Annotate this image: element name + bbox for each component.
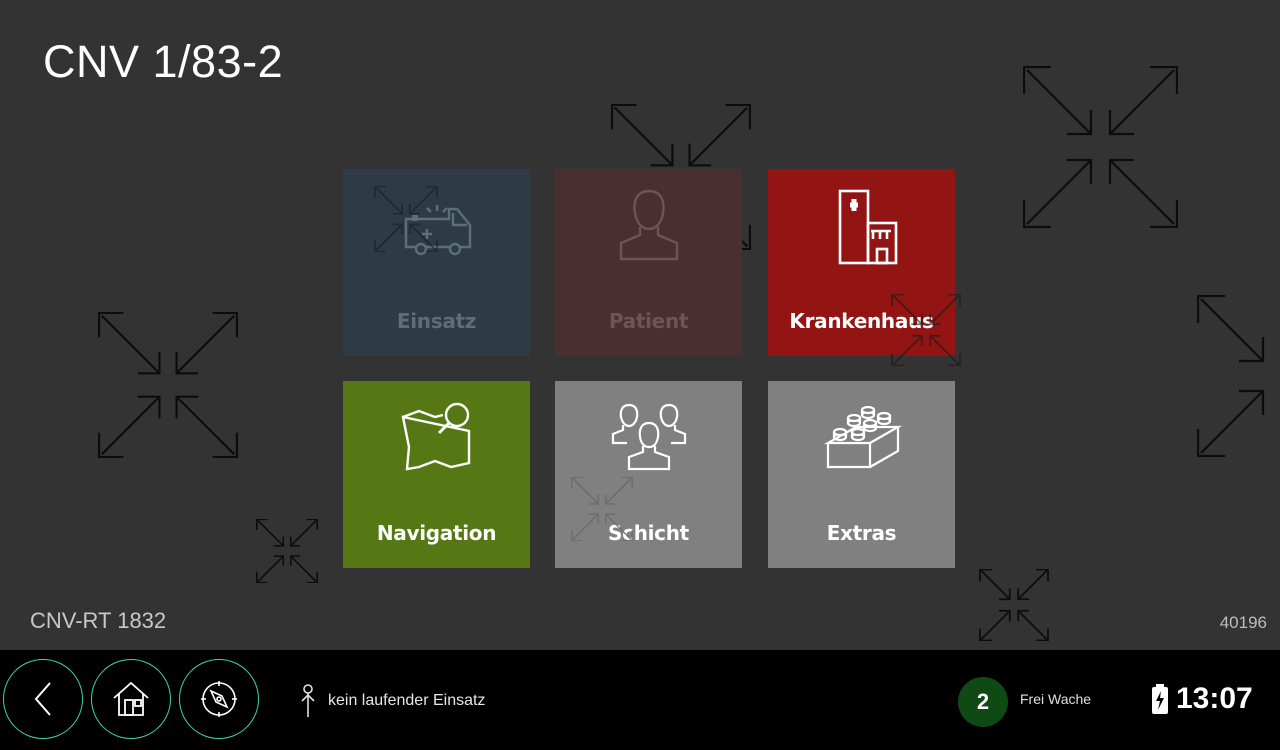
chevron-left-icon: [34, 682, 51, 716]
tile-label: Navigation: [376, 521, 497, 545]
person-icon: [555, 185, 742, 275]
mission-status: kein laufender Einsatz: [297, 684, 485, 718]
page-title: CNV 1/83-2: [43, 36, 284, 87]
shrink-watermark-icon: [979, 569, 1049, 641]
person-pin-icon: [301, 684, 315, 717]
tile-navigation[interactable]: Navigation: [343, 381, 530, 568]
device-number: 40196: [1219, 613, 1267, 632]
brick-icon: [768, 397, 955, 487]
tile-label: Extras: [826, 521, 897, 545]
bottom-bar: kein laufender Einsatz 2 Frei Wache 13:0…: [0, 650, 1280, 750]
shrink-watermark-icon: [256, 519, 318, 583]
main-menu-screen: CNV 1/83-2 Einsatz Patient Krankenhaus N…: [0, 0, 1280, 750]
shrink-watermark-icon: [1197, 295, 1267, 457]
battery-charging-icon: [1152, 684, 1168, 714]
shrink-watermark-icon: [97, 312, 239, 458]
team-icon: [555, 397, 742, 487]
shrink-watermark-icon: [571, 477, 633, 541]
status-badge[interactable]: 2: [958, 677, 1008, 727]
back-button[interactable]: [3, 659, 83, 739]
shrink-watermark-icon: [891, 294, 961, 366]
vehicle-id: CNV-RT 1832: [30, 608, 167, 633]
tile-label: Einsatz: [396, 309, 477, 333]
compass-button[interactable]: [179, 659, 259, 739]
mission-status-text: kein laufender Einsatz: [328, 692, 486, 709]
compass-icon: [201, 681, 237, 717]
tile-patient[interactable]: Patient: [555, 169, 742, 356]
status-label[interactable]: Frei Wache: [1020, 691, 1091, 707]
shrink-watermark-icon: [374, 186, 438, 252]
home-button[interactable]: [91, 659, 171, 739]
home-icon: [113, 681, 149, 716]
tile-label: Patient: [608, 309, 689, 333]
hospital-icon: [768, 185, 955, 275]
tile-extras[interactable]: Extras: [768, 381, 955, 568]
map-search-icon: [343, 397, 530, 487]
clock: 13:07: [1176, 682, 1253, 715]
shrink-watermark-icon: [1023, 66, 1178, 228]
